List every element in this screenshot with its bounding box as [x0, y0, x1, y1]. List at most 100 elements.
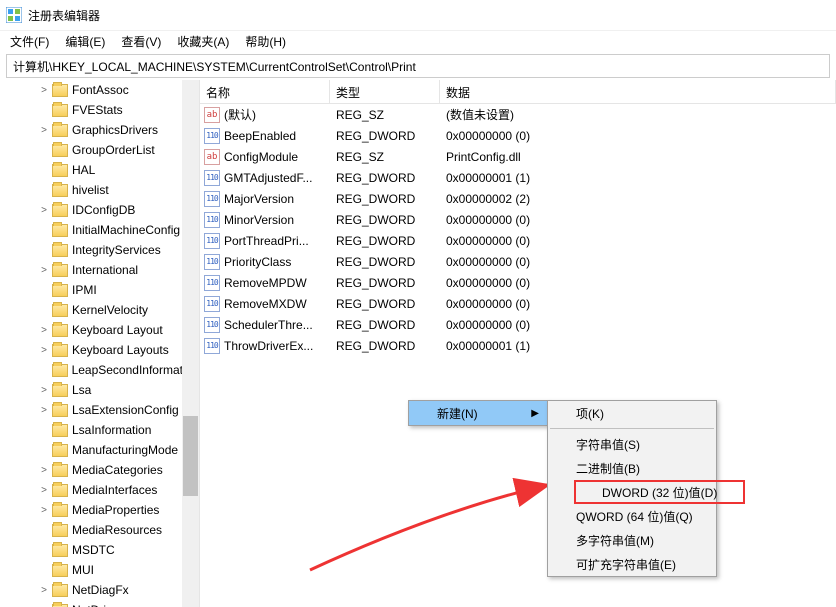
tree-item-label: FontAssoc [72, 83, 129, 97]
tree-item[interactable]: >MediaInterfaces [0, 480, 199, 500]
tree-item[interactable]: LsaInformation [0, 420, 199, 440]
value-type: REG_DWORD [330, 297, 440, 311]
folder-icon [52, 544, 68, 557]
tree-item[interactable]: IntegrityServices [0, 240, 199, 260]
ctx-sub-binary[interactable]: 二进制值(B) [548, 456, 716, 480]
value-row[interactable]: 110ThrowDriverEx...REG_DWORD0x00000001 (… [200, 335, 836, 356]
ctx-sub-qword[interactable]: QWORD (64 位)值(Q) [548, 504, 716, 528]
value-data: 0x00000000 (0) [440, 234, 836, 248]
tree-item[interactable]: >Lsa [0, 380, 199, 400]
ctx-sub-key[interactable]: 项(K) [548, 401, 716, 425]
tree-item[interactable]: >Keyboard Layout [0, 320, 199, 340]
value-row[interactable]: 110GMTAdjustedF...REG_DWORD0x00000001 (1… [200, 167, 836, 188]
ctx-separator [550, 428, 714, 429]
ctx-sub-string[interactable]: 字符串值(S) [548, 432, 716, 456]
tree-scrollbar-thumb[interactable] [183, 416, 198, 496]
tree-expand-icon[interactable]: > [38, 585, 50, 596]
menu-favorites[interactable]: 收藏夹(A) [169, 31, 237, 52]
tree-item[interactable]: KernelVelocity [0, 300, 199, 320]
tree-item[interactable]: ManufacturingMode [0, 440, 199, 460]
tree-expand-icon[interactable]: > [38, 485, 50, 496]
tree-item[interactable]: MediaResources [0, 520, 199, 540]
tree-item[interactable]: GroupOrderList [0, 140, 199, 160]
folder-icon [52, 424, 68, 437]
tree-item[interactable]: > NetDiagFx [0, 580, 199, 600]
menu-file[interactable]: 文件(F) [2, 31, 57, 52]
tree-item-label: KernelVelocity [72, 303, 148, 317]
tree-expand-icon[interactable]: > [38, 385, 50, 396]
binary-value-icon: 110 [204, 254, 220, 270]
ctx-new[interactable]: 新建(N) ▶ [409, 401, 547, 425]
tree-item[interactable]: MUI [0, 560, 199, 580]
value-name: BeepEnabled [224, 129, 296, 143]
value-name: ConfigModule [224, 150, 298, 164]
tree-item[interactable]: >Keyboard Layouts [0, 340, 199, 360]
folder-icon [52, 224, 68, 237]
value-row[interactable]: 110SchedulerThre...REG_DWORD0x00000000 (… [200, 314, 836, 335]
tree-item-label: IDConfigDB [72, 203, 135, 217]
tree-item[interactable]: FVEStats [0, 100, 199, 120]
tree-item[interactable]: > FontAssoc [0, 80, 199, 100]
tree-item[interactable]: hivelist [0, 180, 199, 200]
value-row[interactable]: 110PriorityClassREG_DWORD0x00000000 (0) [200, 251, 836, 272]
ctx-sub-dword[interactable]: DWORD (32 位)值(D) [548, 480, 716, 504]
menu-help[interactable]: 帮助(H) [237, 31, 294, 52]
tree-expand-icon[interactable]: > [38, 325, 50, 336]
tree-item[interactable]: LeapSecondInformation [0, 360, 199, 380]
value-row[interactable]: 110PortThreadPri...REG_DWORD0x00000000 (… [200, 230, 836, 251]
tree-expand-icon[interactable]: > [38, 465, 50, 476]
binary-value-icon: 110 [204, 275, 220, 291]
folder-icon [52, 284, 68, 297]
ctx-sub-expand[interactable]: 可扩充字符串值(E) [548, 552, 716, 576]
value-name: (默认) [224, 106, 256, 123]
tree-item[interactable]: MSDTC [0, 540, 199, 560]
tree-item[interactable]: HAL [0, 160, 199, 180]
folder-icon [52, 84, 68, 97]
tree-expand-icon[interactable]: > [38, 265, 50, 276]
value-name: RemoveMXDW [224, 297, 307, 311]
value-type: REG_SZ [330, 150, 440, 164]
tree-item[interactable]: >MediaCategories [0, 460, 199, 480]
tree-item[interactable]: IPMI [0, 280, 199, 300]
value-data: PrintConfig.dll [440, 150, 836, 164]
value-data: 0x00000000 (0) [440, 318, 836, 332]
binary-value-icon: 110 [204, 212, 220, 228]
address-bar[interactable]: 计算机\HKEY_LOCAL_MACHINE\SYSTEM\CurrentCon… [6, 54, 830, 78]
tree-scrollbar[interactable] [182, 80, 199, 607]
col-header-type[interactable]: 类型 [330, 80, 440, 103]
tree-expand-icon[interactable]: > [38, 405, 50, 416]
menu-view[interactable]: 查看(V) [113, 31, 169, 52]
tree-item-label: MSDTC [72, 543, 115, 557]
app-icon [6, 7, 22, 23]
value-row[interactable]: 110BeepEnabledREG_DWORD0x00000000 (0) [200, 125, 836, 146]
list-panel: 名称 类型 数据 ab(默认)REG_SZ(数值未设置)110BeepEnabl… [200, 80, 836, 607]
tree-item[interactable]: >GraphicsDrivers [0, 120, 199, 140]
value-row[interactable]: 110MajorVersionREG_DWORD0x00000002 (2) [200, 188, 836, 209]
value-data: 0x00000001 (1) [440, 339, 836, 353]
tree-expand-icon[interactable]: > [38, 85, 50, 96]
value-row[interactable]: ab(默认)REG_SZ(数值未设置) [200, 104, 836, 125]
tree-item[interactable]: > IDConfigDB [0, 200, 199, 220]
col-header-name[interactable]: 名称 [200, 80, 330, 103]
value-row[interactable]: 110RemoveMXDWREG_DWORD0x00000000 (0) [200, 293, 836, 314]
tree-expand-icon[interactable]: > [38, 345, 50, 356]
col-header-data[interactable]: 数据 [440, 80, 836, 103]
ctx-sub-multi[interactable]: 多字符串值(M) [548, 528, 716, 552]
menu-bar: 文件(F) 编辑(E) 查看(V) 收藏夹(A) 帮助(H) [0, 30, 836, 52]
tree-item[interactable]: InitialMachineConfig [0, 220, 199, 240]
tree-item[interactable]: >International [0, 260, 199, 280]
value-data: 0x00000001 (1) [440, 171, 836, 185]
value-row[interactable]: 110RemoveMPDWREG_DWORD0x00000000 (0) [200, 272, 836, 293]
value-row[interactable]: 110MinorVersionREG_DWORD0x00000000 (0) [200, 209, 836, 230]
tree-item[interactable]: >MediaProperties [0, 500, 199, 520]
tree-expand-icon[interactable]: > [38, 205, 50, 216]
folder-icon [52, 324, 68, 337]
tree-item-label: NetDiagFx [72, 583, 129, 597]
tree-expand-icon[interactable]: > [38, 505, 50, 516]
menu-edit[interactable]: 编辑(E) [57, 31, 113, 52]
tree-item[interactable]: >LsaExtensionConfig [0, 400, 199, 420]
context-menu: 新建(N) ▶ 项(K) 字符串值(S) 二进制值(B) DWORD (32 位… [408, 400, 548, 426]
value-row[interactable]: abConfigModuleREG_SZPrintConfig.dll [200, 146, 836, 167]
tree-item[interactable]: NetDrivers [0, 600, 199, 607]
tree-expand-icon[interactable]: > [38, 125, 50, 136]
